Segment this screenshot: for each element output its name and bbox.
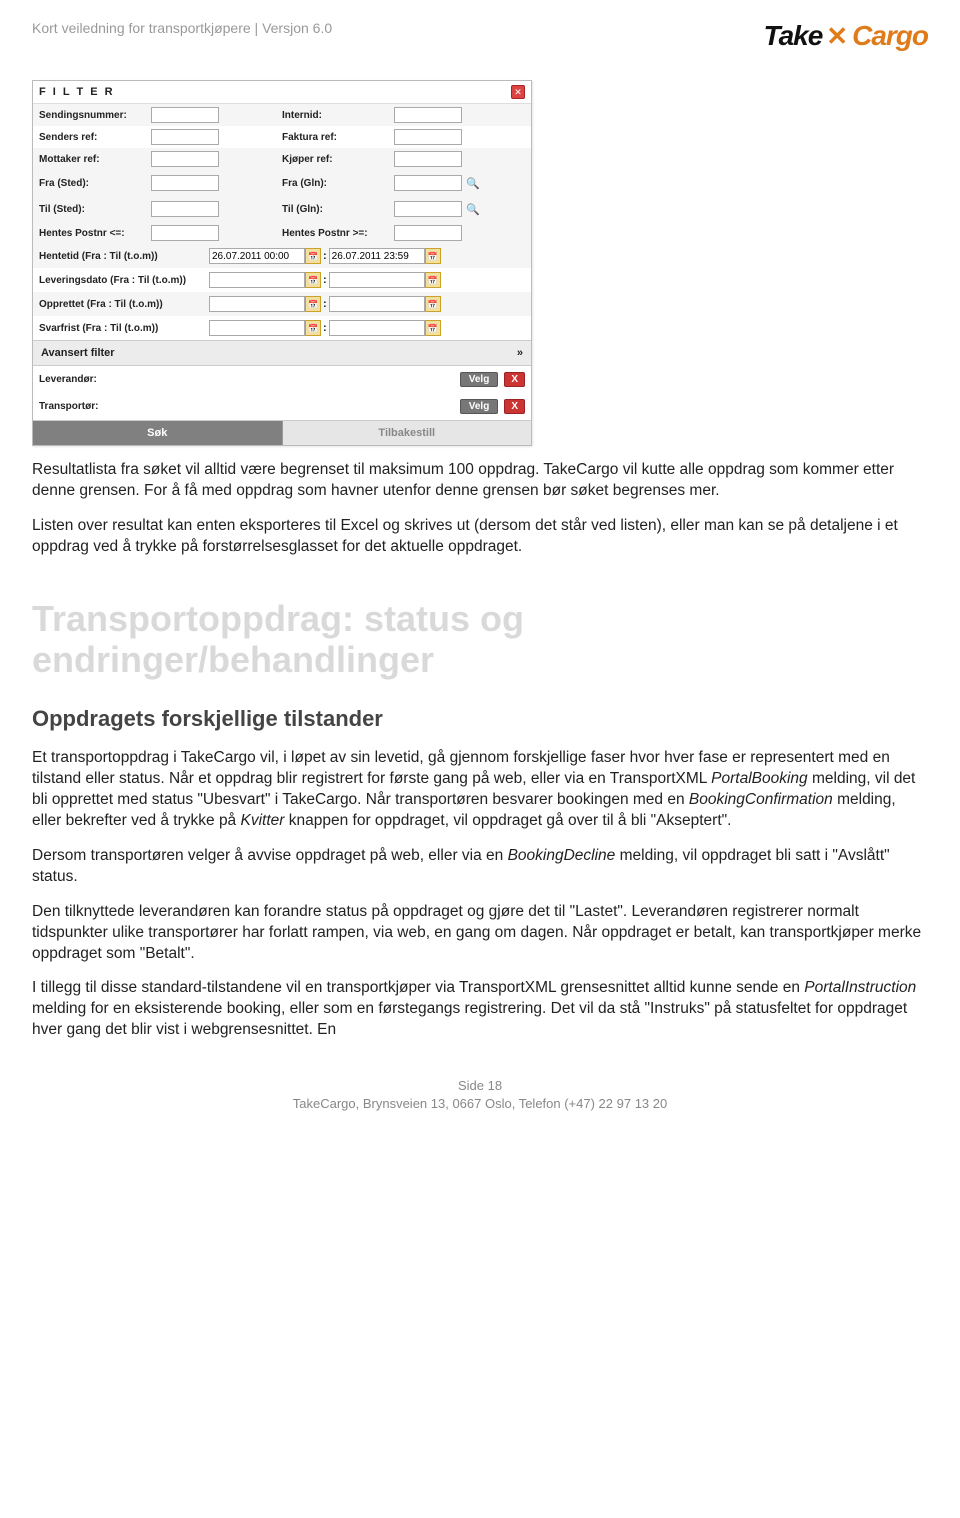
field-label: Faktura ref: <box>282 132 390 143</box>
select-button[interactable]: Velg <box>460 372 499 387</box>
advanced-filter-header[interactable]: Avansert filter » <box>33 340 531 366</box>
calendar-icon[interactable]: 📅 <box>305 272 321 288</box>
filter-row-postnr: Hentes Postnr <=: Hentes Postnr >=: <box>33 222 531 244</box>
calendar-icon[interactable]: 📅 <box>305 296 321 312</box>
label-postnr-ge: Hentes Postnr >=: <box>282 228 390 239</box>
calendar-icon[interactable]: 📅 <box>425 248 441 264</box>
filter-row: Senders ref: Faktura ref: <box>33 126 531 148</box>
field-label: Leveringsdato (Fra : Til (t.o.m)) <box>39 275 209 286</box>
filter-titlebar: F I L T E R ✕ <box>33 81 531 104</box>
logo: Take ✕ Cargo <box>764 20 928 52</box>
field-label: Senders ref: <box>39 132 147 143</box>
date-from-input[interactable] <box>209 296 305 312</box>
text-input[interactable] <box>394 129 462 145</box>
paragraph-1: Resultatlista fra søket vil alltid være … <box>32 460 928 502</box>
select-button[interactable]: Velg <box>460 399 499 414</box>
paragraph-4: Dersom transportøren velger å avvise opp… <box>32 846 928 888</box>
calendar-icon[interactable]: 📅 <box>425 320 441 336</box>
calendar-icon[interactable]: 📅 <box>305 248 321 264</box>
search-button[interactable]: Søk <box>33 421 283 445</box>
text-input[interactable] <box>151 201 219 217</box>
text-input[interactable] <box>151 151 219 167</box>
paragraph-3: Et transportoppdrag i TakeCargo vil, i l… <box>32 748 928 832</box>
close-icon[interactable]: ✕ <box>511 85 525 99</box>
text-input[interactable] <box>394 201 462 217</box>
filter-panel: F I L T E R ✕ Sendingsnummer: Internid: … <box>32 80 532 446</box>
field-label: Til (Gln): <box>282 204 390 215</box>
clear-button[interactable]: X <box>504 372 525 387</box>
footer-page: Side 18 <box>32 1077 928 1095</box>
paragraph-6: I tillegg til disse standard-tilstandene… <box>32 978 928 1041</box>
field-label: Kjøper ref: <box>282 154 390 165</box>
field-label: Transportør: <box>39 401 159 412</box>
calendar-icon[interactable]: 📅 <box>425 272 441 288</box>
search-icon[interactable]: 🔍 <box>466 202 480 216</box>
date-from-input[interactable] <box>209 320 305 336</box>
reset-button[interactable]: Tilbakestill <box>283 421 532 445</box>
heading-sub: Oppdragets forskjellige tilstander <box>32 704 928 734</box>
logo-cargo: Cargo <box>852 20 928 52</box>
text-input[interactable] <box>151 175 219 191</box>
separator: : <box>323 250 327 262</box>
field-label: Hentetid (Fra : Til (t.o.m)) <box>39 251 209 262</box>
filter-row: Mottaker ref: Kjøper ref: <box>33 148 531 170</box>
calendar-icon[interactable]: 📅 <box>425 296 441 312</box>
footer-address: TakeCargo, Brynsveien 13, 0667 Oslo, Tel… <box>32 1095 928 1113</box>
filter-adv-row: Transportør: Velg X <box>33 393 531 420</box>
date-from-input[interactable] <box>209 272 305 288</box>
text-input[interactable] <box>151 107 219 123</box>
field-label: Fra (Sted): <box>39 178 147 189</box>
field-label: Internid: <box>282 110 390 121</box>
paragraph-2: Listen over resultat kan enten eksporter… <box>32 516 928 558</box>
field-label: Til (Sted): <box>39 204 147 215</box>
advanced-filter-label: Avansert filter <box>41 347 115 359</box>
field-label: Svarfrist (Fra : Til (t.o.m)) <box>39 323 209 334</box>
filter-footer-buttons: Søk Tilbakestill <box>33 420 531 445</box>
input-postnr-ge[interactable] <box>394 225 462 241</box>
field-label: Leverandør: <box>39 374 159 385</box>
search-icon[interactable]: 🔍 <box>466 176 480 190</box>
filter-date-row: Leveringsdato (Fra : Til (t.o.m)) 📅 : 📅 <box>33 268 531 292</box>
logo-take: Take <box>764 20 823 52</box>
filter-row: Sendingsnummer: Internid: <box>33 104 531 126</box>
clear-button[interactable]: X <box>504 399 525 414</box>
filter-row: Til (Sted): Til (Gln): 🔍 <box>33 196 531 222</box>
paragraph-5: Den tilknyttede leverandøren kan forandr… <box>32 902 928 965</box>
filter-date-row: Hentetid (Fra : Til (t.o.m)) 📅 : 📅 <box>33 244 531 268</box>
calendar-icon[interactable]: 📅 <box>305 320 321 336</box>
field-label: Fra (Gln): <box>282 178 390 189</box>
input-postnr-le[interactable] <box>151 225 219 241</box>
filter-body: Sendingsnummer: Internid: Senders ref: F… <box>33 104 531 445</box>
date-to-input[interactable] <box>329 272 425 288</box>
chevron-right-icon: » <box>517 347 523 359</box>
date-to-input[interactable] <box>329 296 425 312</box>
label-postnr-le: Hentes Postnr <=: <box>39 228 147 239</box>
filter-adv-row: Leverandør: Velg X <box>33 366 531 393</box>
filter-row: Fra (Sted): Fra (Gln): 🔍 <box>33 170 531 196</box>
page-header: Kort veiledning for transportkjøpere | V… <box>32 20 928 52</box>
date-from-input[interactable] <box>209 248 305 264</box>
text-input[interactable] <box>151 129 219 145</box>
date-to-input[interactable] <box>329 320 425 336</box>
separator: : <box>323 322 327 334</box>
filter-title: F I L T E R <box>39 86 115 98</box>
field-label: Mottaker ref: <box>39 154 147 165</box>
date-to-input[interactable] <box>329 248 425 264</box>
field-label: Sendingsnummer: <box>39 110 147 121</box>
separator: : <box>323 298 327 310</box>
page-footer: Side 18 TakeCargo, Brynsveien 13, 0667 O… <box>32 1077 928 1113</box>
heading-main: Transportoppdrag: status og endringer/be… <box>32 598 928 681</box>
text-input[interactable] <box>394 107 462 123</box>
separator: : <box>323 274 327 286</box>
field-label: Opprettet (Fra : Til (t.o.m)) <box>39 299 209 310</box>
filter-date-row: Opprettet (Fra : Til (t.o.m)) 📅 : 📅 <box>33 292 531 316</box>
text-input[interactable] <box>394 151 462 167</box>
body-text: Resultatlista fra søket vil alltid være … <box>32 460 928 1041</box>
text-input[interactable] <box>394 175 462 191</box>
logo-x-icon: ✕ <box>826 21 848 52</box>
doc-title: Kort veiledning for transportkjøpere | V… <box>32 20 332 36</box>
filter-date-row: Svarfrist (Fra : Til (t.o.m)) 📅 : 📅 <box>33 316 531 340</box>
